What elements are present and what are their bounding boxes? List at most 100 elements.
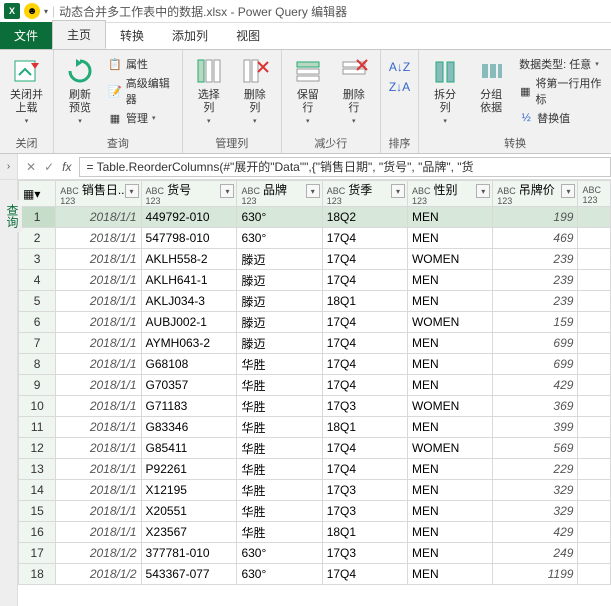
row-number[interactable]: 9 [19,375,56,396]
table-row[interactable]: 52018/1/1AKLJ034-3滕迈18Q1MEN239 [19,291,611,312]
cell[interactable]: G68108 [141,354,237,375]
split-column-button[interactable]: 拆分 列 ▾ [425,53,465,133]
cell[interactable]: WOMEN [407,438,492,459]
cell[interactable]: 2018/1/1 [56,522,141,543]
cell[interactable]: 399 [493,417,578,438]
cell[interactable]: 18Q2 [322,207,407,228]
cell[interactable]: 滕迈 [237,249,322,270]
cell[interactable]: 249 [493,543,578,564]
row-number[interactable]: 7 [19,333,56,354]
cell[interactable]: 2018/1/1 [56,228,141,249]
cell[interactable]: 699 [493,354,578,375]
cell[interactable]: 华胜 [237,501,322,522]
row-number[interactable]: 14 [19,480,56,501]
table-row[interactable]: 82018/1/1G68108华胜17Q4MEN699 [19,354,611,375]
queries-pane-toggle[interactable]: › [0,154,18,179]
cell[interactable]: MEN [407,375,492,396]
cell[interactable] [578,354,611,375]
cell[interactable] [578,522,611,543]
cell[interactable]: 17Q4 [322,249,407,270]
cell[interactable]: 199 [493,207,578,228]
cell[interactable]: 滕迈 [237,270,322,291]
cell[interactable]: AYMH063-2 [141,333,237,354]
cell[interactable]: MEN [407,501,492,522]
cell[interactable]: 2018/1/1 [56,270,141,291]
cell[interactable]: 2018/1/2 [56,543,141,564]
cell[interactable]: 2018/1/2 [56,564,141,585]
sort-asc-button[interactable]: A↓Z [387,59,412,75]
cell[interactable]: MEN [407,564,492,585]
cell[interactable]: AKLH558-2 [141,249,237,270]
cell[interactable] [578,333,611,354]
cell[interactable]: 滕迈 [237,333,322,354]
cell[interactable]: 2018/1/1 [56,375,141,396]
filter-icon[interactable]: ▾ [476,184,490,198]
table-row[interactable]: 12018/1/1449792-010630°18Q2MEN199 [19,207,611,228]
row-number[interactable]: 10 [19,396,56,417]
formula-input[interactable]: = Table.ReorderColumns(#"展开的"Data"",{"销售… [79,157,611,177]
col-header[interactable]: ABC123销售日...▾ [56,181,141,207]
cell[interactable]: 滕迈 [237,312,322,333]
remove-columns-button[interactable]: 删除 列 ▾ [235,53,275,133]
cell[interactable]: 2018/1/1 [56,354,141,375]
cell[interactable]: MEN [407,480,492,501]
cell[interactable]: 1199 [493,564,578,585]
cell[interactable]: MEN [407,228,492,249]
cell[interactable]: 17Q4 [322,564,407,585]
row-number[interactable]: 3 [19,249,56,270]
col-header[interactable]: ABC123吊牌价▾ [493,181,578,207]
col-header[interactable]: ABC123品牌▾ [237,181,322,207]
cell[interactable]: 630° [237,543,322,564]
cell[interactable] [578,291,611,312]
properties-button[interactable]: 📋属性 [106,55,176,73]
cell[interactable] [578,249,611,270]
row-number[interactable]: 17 [19,543,56,564]
cell[interactable]: WOMEN [407,396,492,417]
cell[interactable]: 547798-010 [141,228,237,249]
cell[interactable]: 华胜 [237,354,322,375]
col-header[interactable]: ABC123性别▾ [407,181,492,207]
cell[interactable]: P92261 [141,459,237,480]
tab-transform[interactable]: 转换 [106,22,158,49]
table-row[interactable]: 172018/1/2377781-010630°17Q3MEN249 [19,543,611,564]
row-number[interactable]: 4 [19,270,56,291]
cell[interactable] [578,228,611,249]
cell[interactable]: 2018/1/1 [56,459,141,480]
cell[interactable]: 2018/1/1 [56,333,141,354]
manage-button[interactable]: ▦管理 ▾ [106,109,176,127]
choose-columns-button[interactable]: 选择 列 ▾ [189,53,229,133]
table-row[interactable]: 92018/1/1G70357华胜17Q4MEN429 [19,375,611,396]
row-number[interactable]: 8 [19,354,56,375]
cell[interactable]: 369 [493,396,578,417]
cell[interactable]: 17Q3 [322,480,407,501]
cell[interactable]: X23567 [141,522,237,543]
cell[interactable]: 华胜 [237,459,322,480]
row-number[interactable]: 13 [19,459,56,480]
cell[interactable]: MEN [407,417,492,438]
cell[interactable]: 华胜 [237,438,322,459]
cell[interactable]: 18Q1 [322,417,407,438]
cell[interactable]: AKLJ034-3 [141,291,237,312]
table-row[interactable]: 62018/1/1AUBJ002-1滕迈17Q4WOMEN159 [19,312,611,333]
cell[interactable]: 2018/1/1 [56,501,141,522]
data-grid[interactable]: ▦▾ ABC123销售日...▾ ABC123货号▾ ABC123品牌▾ ABC… [18,180,611,606]
cell[interactable]: 17Q4 [322,438,407,459]
cell[interactable]: 569 [493,438,578,459]
table-row[interactable]: 72018/1/1AYMH063-2滕迈17Q4MEN699 [19,333,611,354]
cell[interactable]: 630° [237,228,322,249]
cell[interactable]: G70357 [141,375,237,396]
filter-icon[interactable]: ▾ [391,184,405,198]
cell[interactable]: 华胜 [237,480,322,501]
cell[interactable] [578,501,611,522]
cell[interactable]: 17Q4 [322,354,407,375]
cell[interactable]: 630° [237,564,322,585]
cancel-icon[interactable]: ✕ [26,160,36,174]
cell[interactable]: 239 [493,249,578,270]
cell[interactable]: 华胜 [237,522,322,543]
cell[interactable]: AUBJ002-1 [141,312,237,333]
filter-icon[interactable]: ▾ [125,184,139,198]
cell[interactable]: 17Q4 [322,270,407,291]
tab-addcolumn[interactable]: 添加列 [158,22,222,49]
table-row[interactable]: 162018/1/1X23567华胜18Q1MEN429 [19,522,611,543]
fx-label[interactable]: fx [62,160,71,174]
